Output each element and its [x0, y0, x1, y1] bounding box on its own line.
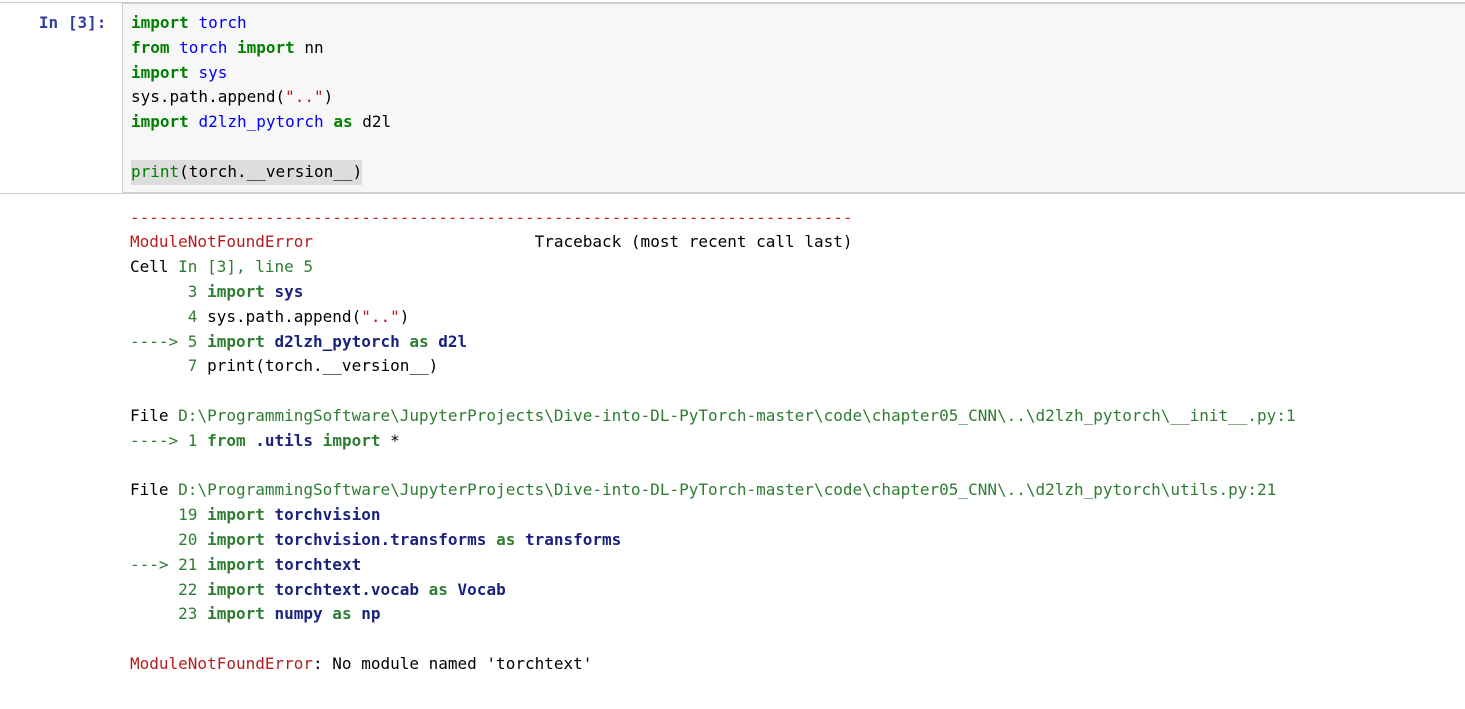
identifier: utils: [265, 431, 313, 450]
string-literal: "..": [361, 307, 400, 326]
lineno: 7: [130, 356, 197, 375]
keyword: import: [197, 604, 264, 623]
arrow-lineno: ----> 5: [130, 332, 197, 351]
cell-label: Cell: [130, 257, 178, 276]
input-prompt: In [3]:: [0, 3, 122, 193]
traceback-label: Traceback (most recent call last): [535, 232, 853, 251]
code-text: sys.path.append(: [197, 307, 361, 326]
code-text: print(torch.__version__): [197, 356, 438, 375]
alias: Vocab: [448, 580, 506, 599]
keyword: import: [197, 282, 264, 301]
lineno: 23: [130, 604, 197, 623]
lineno: 3: [130, 282, 197, 301]
file-label: File: [130, 406, 178, 425]
lineno: 19: [130, 505, 197, 524]
keyword: as: [333, 112, 352, 131]
arrow-lineno: ---> 21: [130, 555, 197, 574]
keyword: import: [131, 13, 189, 32]
alias: np: [352, 604, 381, 623]
highlighted-line: print(torch.__version__): [131, 160, 362, 185]
keyword: import: [197, 580, 264, 599]
module: .: [246, 431, 265, 450]
output-traceback: ----------------------------------------…: [122, 194, 1465, 685]
keyword: as: [400, 332, 429, 351]
module: torch: [179, 38, 227, 57]
keyword: as: [419, 580, 448, 599]
code-input-area[interactable]: import torch from torch import nn import…: [122, 3, 1465, 193]
module: numpy: [265, 604, 323, 623]
file-path: D:\ProgrammingSoftware\JupyterProjects\D…: [178, 480, 1276, 499]
string-literal: "..": [285, 87, 324, 106]
lineno: 20: [130, 530, 197, 549]
keyword: import: [237, 38, 295, 57]
file-label: File: [130, 480, 178, 499]
keyword: import: [131, 63, 189, 82]
builtin: print: [131, 162, 179, 181]
alias: d2l: [429, 332, 468, 351]
keyword: as: [323, 604, 352, 623]
keyword: import: [197, 555, 264, 574]
module: d2lzh_pytorch: [265, 332, 400, 351]
module: torch: [198, 13, 246, 32]
module: d2lzh_pytorch: [198, 112, 323, 131]
keyword: as: [486, 530, 515, 549]
alias: transforms: [515, 530, 621, 549]
tb-separator: ----------------------------------------…: [130, 208, 852, 227]
module: torchtext.vocab: [265, 580, 419, 599]
code-text: ): [400, 307, 410, 326]
lineno: 22: [130, 580, 197, 599]
code-text: sys.path.append(: [131, 87, 285, 106]
keyword: import: [197, 505, 264, 524]
module: sys: [265, 282, 304, 301]
lineno: 4: [130, 307, 197, 326]
identifier: nn: [304, 38, 323, 57]
keyword: import: [131, 112, 189, 131]
module: torchtext: [265, 555, 361, 574]
keyword: from: [197, 431, 245, 450]
keyword: import: [197, 332, 264, 351]
keyword: import: [197, 530, 264, 549]
error-name: ModuleNotFoundError: [130, 232, 313, 251]
file-path: D:\ProgrammingSoftware\JupyterProjects\D…: [178, 406, 1295, 425]
alias: d2l: [362, 112, 391, 131]
module: torchvision.transforms: [265, 530, 487, 549]
final-error-name: ModuleNotFoundError: [130, 654, 313, 673]
keyword: import: [313, 431, 380, 450]
code-text: (torch.__version__): [179, 162, 362, 181]
module: sys: [198, 63, 227, 82]
final-error-msg: : No module named 'torchtext': [313, 654, 592, 673]
module: torchvision: [265, 505, 381, 524]
cell-location: In [3], line 5: [178, 257, 313, 276]
arrow-lineno: ----> 1: [130, 431, 197, 450]
notebook-input-cell[interactable]: In [3]: import torch from torch import n…: [0, 2, 1465, 194]
star: *: [380, 431, 399, 450]
keyword: from: [131, 38, 170, 57]
code-text: ): [324, 87, 334, 106]
